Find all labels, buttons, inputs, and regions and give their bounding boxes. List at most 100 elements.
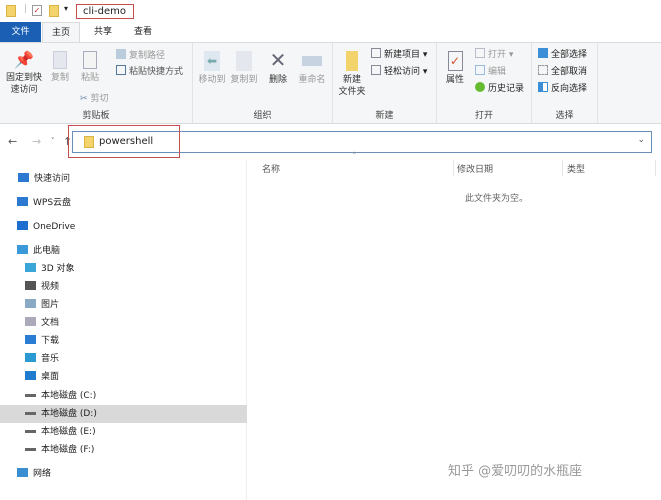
cloud-icon xyxy=(17,197,28,206)
cut-label: 剪切 xyxy=(90,94,109,104)
column-divider[interactable] xyxy=(562,160,563,176)
sidebar-item[interactable]: 本地磁盘 (F:) xyxy=(0,441,247,459)
sidebar-item[interactable]: 快速访问 xyxy=(0,170,247,188)
delete-button[interactable]: ✕ 删除 xyxy=(265,49,291,86)
sidebar-item-label: 本地磁盘 (C:) xyxy=(41,391,97,401)
sidebar-item-label: 3D 对象 xyxy=(41,264,75,274)
sidebar-item-label: 图片 xyxy=(41,300,60,310)
forward-arrow-icon[interactable]: → xyxy=(32,135,41,148)
copy-label: 复制 xyxy=(50,73,69,83)
properties-quick-icon[interactable]: ✓ xyxy=(32,5,42,16)
open-icon xyxy=(475,48,485,58)
copy-button[interactable]: 复制 xyxy=(46,51,74,84)
properties-button[interactable]: ✓ 属性 xyxy=(443,51,467,86)
delete-label: 删除 xyxy=(268,75,287,85)
address-dropdown-chevron-icon[interactable]: ⌄ xyxy=(637,135,645,145)
copy-to-button[interactable]: 复制到 xyxy=(229,51,259,86)
delete-x-icon: ✕ xyxy=(269,48,287,72)
clipboard-group: 📌 固定到快 速访问 复制 粘贴 复制路径 粘贴快捷方式 ✂ 剪切 剪贴板 xyxy=(0,43,193,123)
cube-icon xyxy=(25,263,36,272)
paste-shortcut-label: 粘贴快捷方式 xyxy=(129,67,184,77)
paste-shortcut-button[interactable]: 粘贴快捷方式 xyxy=(116,65,183,79)
history-button[interactable]: 历史记录 xyxy=(475,82,524,96)
invert-selection-button[interactable]: 反向选择 xyxy=(538,82,587,96)
separator: | xyxy=(24,4,28,14)
music-icon xyxy=(25,353,36,362)
copy-path-label: 复制路径 xyxy=(129,51,166,61)
new-group: 新建 文件夹 新建项目 ▾ 轻松访问 ▾ 新建 xyxy=(333,43,437,123)
select-all-label: 全部选择 xyxy=(551,50,588,60)
sidebar-item[interactable]: 视频 xyxy=(0,278,247,296)
sidebar-item[interactable]: 下载 xyxy=(0,332,247,350)
star-icon xyxy=(18,173,29,182)
sidebar-item[interactable]: 3D 对象 xyxy=(0,260,247,278)
new-folder-button[interactable]: 新建 文件夹 xyxy=(336,51,368,98)
desktop-icon xyxy=(25,371,36,380)
move-to-icon: ⬅ xyxy=(204,51,220,71)
cut-button[interactable]: ✂ 剪切 xyxy=(80,92,109,106)
copy-path-icon xyxy=(116,49,126,59)
sidebar-item[interactable]: 本地磁盘 (D:) xyxy=(0,405,247,423)
select-all-icon xyxy=(538,48,548,58)
easy-access-icon xyxy=(371,65,381,75)
drive-icon xyxy=(25,394,36,397)
sidebar-item[interactable]: 本地磁盘 (C:) xyxy=(0,387,247,405)
drive-icon xyxy=(25,448,36,451)
open-button[interactable]: 打开 ▾ xyxy=(475,48,513,62)
back-arrow-icon[interactable]: ← xyxy=(8,135,17,148)
scissors-icon: ✂ xyxy=(80,94,88,104)
new-item-button[interactable]: 新建项目 ▾ xyxy=(371,48,427,62)
folder-icon xyxy=(6,5,16,17)
easy-access-button[interactable]: 轻松访问 ▾ xyxy=(371,65,427,79)
sidebar-item[interactable]: 网络 xyxy=(0,465,247,483)
sidebar-item[interactable]: WPS云盘 xyxy=(0,194,247,212)
watermark: 知乎 @爱叨叨的水瓶座 xyxy=(448,464,583,479)
highlight-box xyxy=(68,125,180,158)
select-all-button[interactable]: 全部选择 xyxy=(538,48,587,62)
window-title: cli-demo xyxy=(76,4,134,19)
sidebar-item[interactable]: 音乐 xyxy=(0,350,247,368)
sidebar-item-label: 音乐 xyxy=(41,354,60,364)
new-folder-icon xyxy=(346,51,358,71)
easy-access-label: 轻松访问 ▾ xyxy=(384,67,428,77)
customize-toolbar-icon[interactable]: ▾ xyxy=(64,4,68,13)
network-icon xyxy=(17,468,28,477)
drive-icon xyxy=(25,412,36,415)
sidebar-item[interactable]: OneDrive xyxy=(0,218,247,236)
column-header-date-modified[interactable]: 修改日期 xyxy=(457,162,493,175)
sidebar-item-label: 网络 xyxy=(33,469,52,479)
sidebar-item[interactable]: 此电脑 xyxy=(0,242,247,260)
move-to-button[interactable]: ⬅ 移动到 xyxy=(197,51,227,86)
rename-button[interactable]: 重命名 xyxy=(295,51,329,86)
history-label: 历史记录 xyxy=(488,84,525,94)
sidebar-item[interactable]: 图片 xyxy=(0,296,247,314)
tab-file[interactable]: 文件 xyxy=(0,22,41,42)
sidebar-item-label: 下载 xyxy=(41,336,60,346)
column-header-name[interactable]: 名称 xyxy=(262,162,280,175)
paste-icon xyxy=(83,51,97,69)
column-divider[interactable] xyxy=(453,160,454,176)
edit-label: 编辑 xyxy=(488,67,507,77)
tab-home[interactable]: 主页 xyxy=(42,22,80,43)
sidebar-item-label: WPS云盘 xyxy=(33,198,72,208)
sidebar-item[interactable]: 本地磁盘 (E:) xyxy=(0,423,247,441)
select-group: 全部选择 全部取消 反向选择 选择 xyxy=(532,43,598,123)
title-bar: | ✓ ▾ cli-demo xyxy=(0,0,661,22)
edit-button[interactable]: 编辑 xyxy=(475,65,506,79)
select-none-button[interactable]: 全部取消 xyxy=(538,65,587,79)
invert-selection-label: 反向选择 xyxy=(551,84,588,94)
sidebar-item[interactable]: 桌面 xyxy=(0,368,247,386)
tab-share[interactable]: 共享 xyxy=(84,22,122,42)
column-divider[interactable] xyxy=(655,160,656,176)
pin-quick-access-button[interactable]: 📌 固定到快 速访问 xyxy=(3,51,45,96)
sidebar-item-label: 桌面 xyxy=(41,372,60,382)
copy-path-button[interactable]: 复制路径 xyxy=(116,49,165,63)
new-folder-quick-icon[interactable] xyxy=(49,5,59,17)
pin-label-2: 速访问 xyxy=(10,85,38,95)
paste-label: 粘贴 xyxy=(80,73,99,83)
tab-view[interactable]: 查看 xyxy=(124,22,162,42)
sidebar-item[interactable]: 文档 xyxy=(0,314,247,332)
column-header-type[interactable]: 类型 xyxy=(567,162,585,175)
recent-locations-chevron-icon[interactable]: ˅ xyxy=(51,137,55,145)
paste-button[interactable]: 粘贴 xyxy=(76,51,104,84)
